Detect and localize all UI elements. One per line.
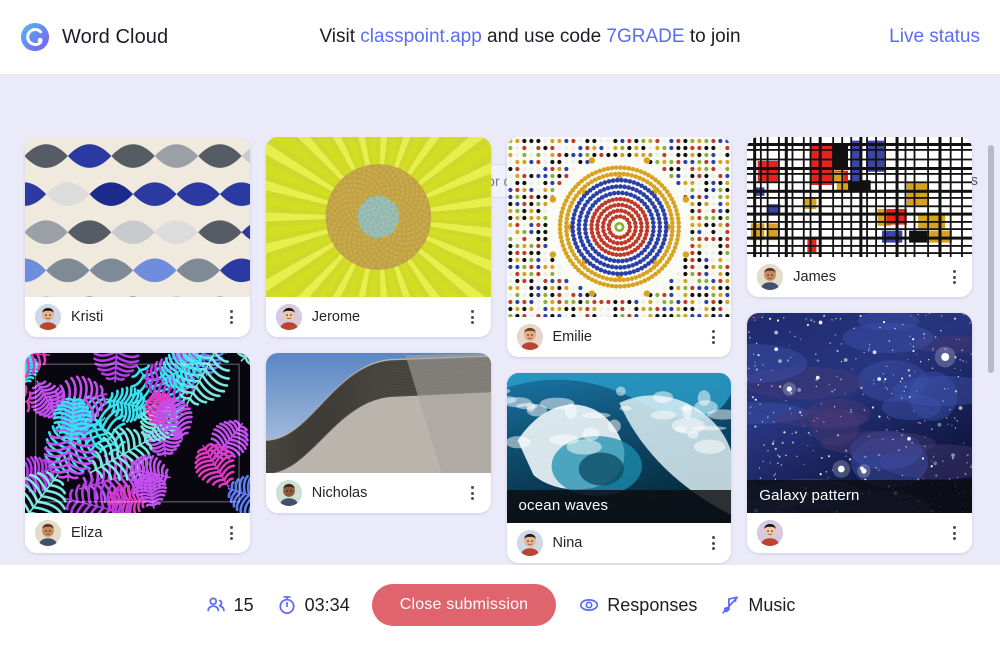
join-code: 7GRADE xyxy=(606,26,685,47)
responses-button[interactable]: Responses xyxy=(578,594,697,616)
more-options-icon[interactable] xyxy=(705,535,721,551)
avatar xyxy=(275,480,302,506)
response-image[interactable] xyxy=(265,353,491,473)
response-image[interactable]: ocean waves xyxy=(506,373,732,523)
app-header: Word Cloud Visit classpoint.app and use … xyxy=(0,0,1000,75)
response-author: James xyxy=(793,269,836,285)
avatar xyxy=(757,520,784,546)
timer-icon xyxy=(276,594,298,616)
bottom-toolbar: 15 03:34 Close submission Responses Musi… xyxy=(0,565,1000,645)
response-card[interactable]: Jerome xyxy=(265,137,491,337)
avatar xyxy=(35,304,61,330)
more-options-icon[interactable] xyxy=(946,269,962,285)
response-card[interactable]: ocean waves Nina xyxy=(506,373,732,563)
response-footer: Kristi xyxy=(25,297,250,337)
timer-value: 03:34 xyxy=(304,594,350,615)
music-toggle[interactable]: Music xyxy=(719,594,795,616)
response-footer: James xyxy=(747,257,972,297)
response-author: Jerome xyxy=(311,309,361,325)
more-options-icon[interactable] xyxy=(465,485,481,501)
music-label: Music xyxy=(748,594,796,615)
more-options-icon[interactable] xyxy=(705,329,721,345)
join-prefix: Visit xyxy=(319,26,361,47)
response-card[interactable]: Emilie xyxy=(506,137,732,357)
more-options-icon[interactable] xyxy=(465,309,481,325)
response-author: Emilie xyxy=(552,329,592,345)
avatar xyxy=(516,530,543,556)
responses-label: Responses xyxy=(607,594,698,615)
response-image[interactable] xyxy=(25,137,250,297)
response-card[interactable]: Galaxy pattern xyxy=(747,313,972,553)
avatar xyxy=(757,264,784,290)
response-footer: Nina xyxy=(506,523,732,563)
response-card[interactable]: Nicholas xyxy=(265,353,491,513)
more-options-icon[interactable] xyxy=(224,525,240,541)
response-card[interactable]: Eliza xyxy=(25,353,250,553)
avatar xyxy=(516,324,543,350)
more-options-icon[interactable] xyxy=(946,525,962,541)
classpoint-logo-icon xyxy=(20,22,50,52)
close-submission-button[interactable]: Close submission xyxy=(371,584,557,626)
music-off-icon xyxy=(719,594,741,616)
participants-value: 15 xyxy=(233,594,254,615)
responses-columns: Kristi Eliza Jerome Nicholas Emilie ocean wav… xyxy=(25,137,972,563)
join-middle: and use code xyxy=(481,26,607,47)
response-card[interactable]: James xyxy=(747,137,972,297)
response-footer: Jerome xyxy=(265,297,491,337)
participants-count: 15 xyxy=(205,594,254,616)
avatar xyxy=(275,304,302,330)
response-author: Eliza xyxy=(71,525,103,541)
response-image[interactable] xyxy=(265,137,491,297)
responses-grid: Kristi Eliza Jerome Nicholas Emilie ocean wav… xyxy=(0,137,1000,565)
response-image[interactable] xyxy=(506,137,732,317)
timer[interactable]: 03:34 xyxy=(276,594,350,616)
response-footer: Nicholas xyxy=(265,473,491,513)
response-card[interactable]: Kristi xyxy=(25,137,250,337)
response-footer: Emilie xyxy=(506,317,732,357)
responses-column: Kristi Eliza xyxy=(25,137,250,563)
responses-column: James Galaxy pattern xyxy=(747,137,972,563)
responses-column: Jerome Nicholas xyxy=(265,137,491,563)
brand: Word Cloud xyxy=(0,22,270,52)
more-options-icon[interactable] xyxy=(224,309,240,325)
response-author: Kristi xyxy=(71,309,104,325)
response-footer xyxy=(747,513,972,553)
responses-panel: Showing 9 responses KristiElizaJeromeNic… xyxy=(0,75,1000,565)
response-image[interactable] xyxy=(747,137,972,257)
page-title: Word Cloud xyxy=(62,25,169,48)
response-author: Nicholas xyxy=(311,485,368,501)
join-instructions: Visit classpoint.app and use code 7GRADE… xyxy=(270,26,790,48)
join-suffix: to join xyxy=(684,26,741,47)
eye-icon xyxy=(578,594,600,616)
response-image[interactable]: Galaxy pattern xyxy=(747,313,972,513)
join-site-link[interactable]: classpoint.app xyxy=(360,26,481,47)
response-author: Nina xyxy=(552,535,583,551)
response-image[interactable] xyxy=(25,353,250,513)
response-caption: ocean waves xyxy=(506,490,732,523)
classpoint-wordcloud-window: Word Cloud Visit classpoint.app and use … xyxy=(0,0,1000,645)
avatar xyxy=(35,520,61,546)
response-caption: Galaxy pattern xyxy=(747,480,972,513)
responses-column: Emilie ocean waves Nina xyxy=(506,137,732,563)
people-icon xyxy=(205,594,227,616)
response-footer: Eliza xyxy=(25,513,250,553)
scrollbar-thumb[interactable] xyxy=(988,145,994,373)
live-status-link[interactable]: Live status xyxy=(790,26,1000,48)
